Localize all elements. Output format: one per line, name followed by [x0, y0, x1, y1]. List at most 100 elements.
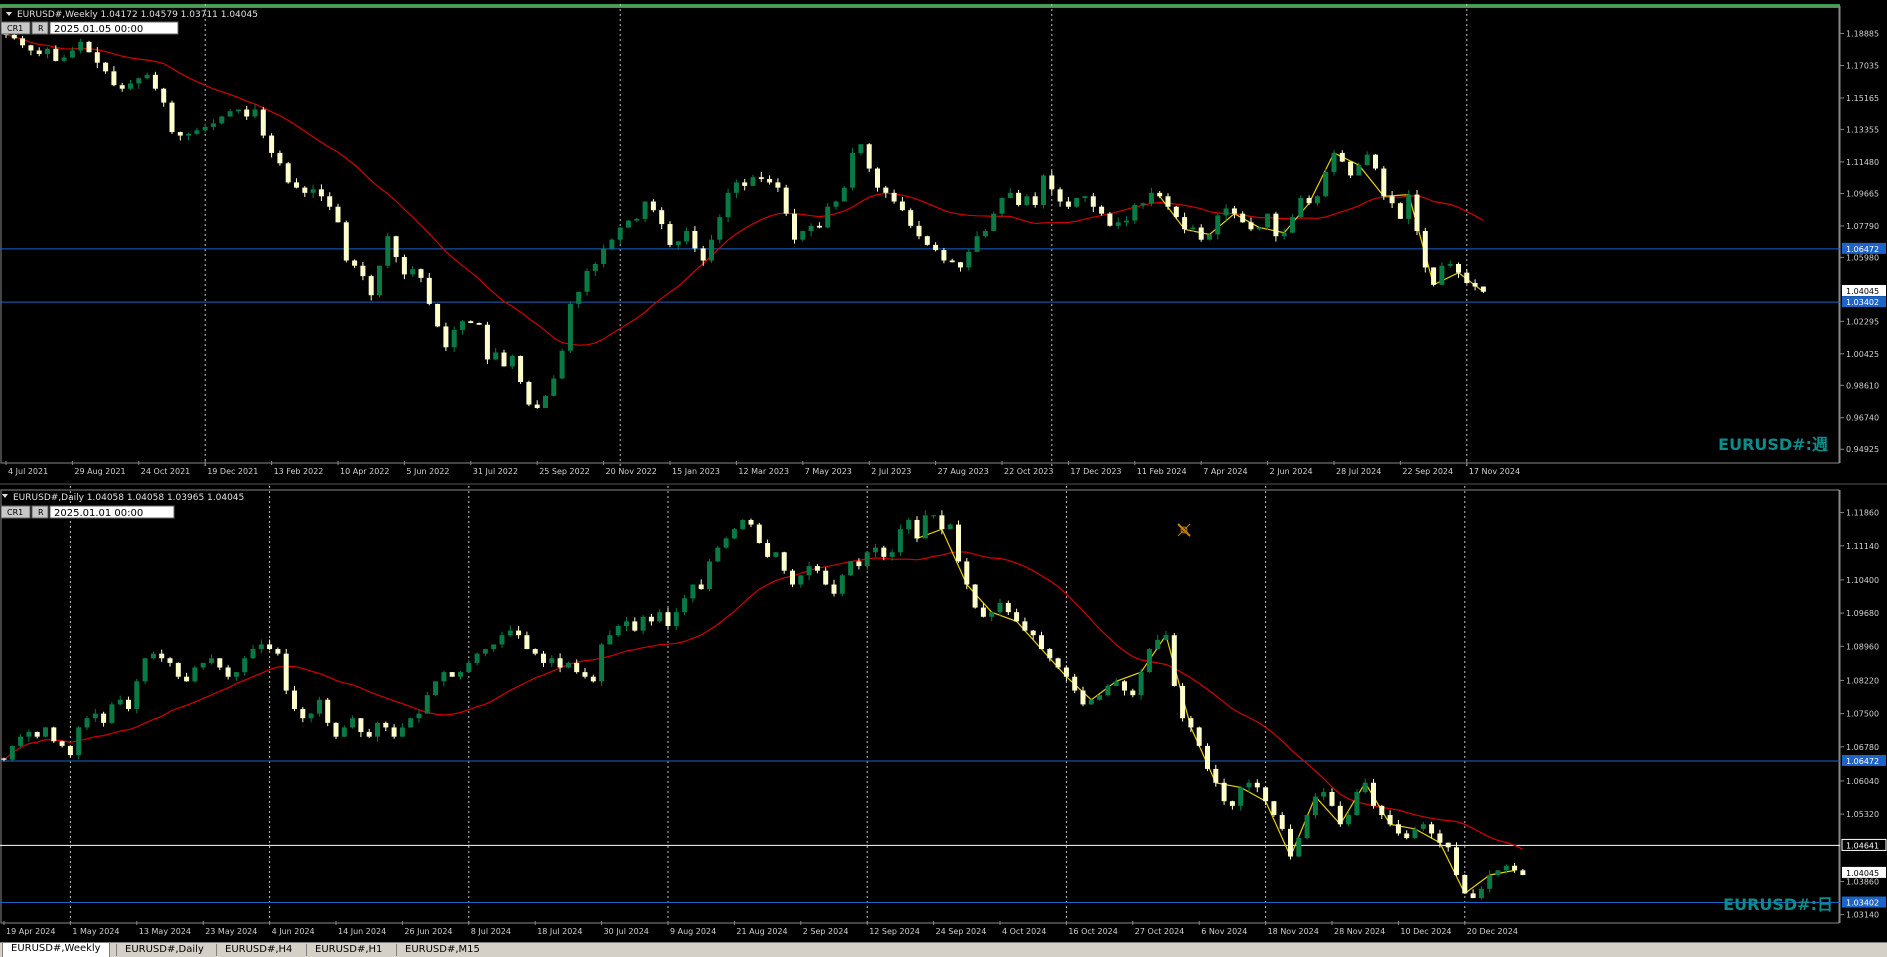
tab-m15[interactable]: EURUSD#,M15	[396, 944, 488, 956]
price-tick-label: 1.18885	[1846, 29, 1879, 38]
candle	[352, 260, 358, 266]
candle	[906, 519, 912, 530]
candle	[642, 201, 648, 219]
candle	[101, 713, 107, 723]
price-tick-label: 1.10400	[1846, 576, 1879, 585]
candle	[1157, 192, 1163, 197]
candle	[640, 616, 646, 631]
candle	[235, 109, 241, 112]
candle	[1290, 217, 1295, 233]
price-tick-label: 1.11860	[1846, 509, 1879, 518]
candle	[499, 635, 505, 645]
price-tick-label: 1.11480	[1846, 158, 1879, 167]
candle	[889, 552, 895, 557]
candle	[1130, 690, 1136, 696]
candle	[1362, 782, 1368, 792]
candle	[142, 658, 148, 682]
candle	[358, 718, 364, 733]
daily-header: EURUSD#,Daily 1.04058 1.04058 1.03965 1.…	[13, 493, 244, 503]
r-button[interactable]: R	[38, 24, 44, 33]
time-tick-label: 27 Aug 2023	[938, 467, 989, 476]
daily-date-box[interactable]: 2025.01.01 00:00	[54, 508, 143, 519]
candle	[667, 224, 673, 245]
candle	[200, 662, 206, 668]
weekly-header: EURUSD#,Weekly 1.04172 1.04579 1.03711 1…	[17, 10, 258, 20]
candle	[1124, 220, 1129, 223]
candle	[1041, 175, 1046, 205]
cr-button[interactable]: CR1	[7, 24, 23, 33]
candle	[451, 329, 457, 348]
candle	[482, 649, 488, 654]
price-tick-label: 1.13355	[1846, 125, 1879, 134]
candle	[410, 269, 416, 275]
candle	[225, 667, 231, 677]
candle	[252, 109, 258, 117]
candle	[549, 658, 555, 663]
candle	[866, 144, 872, 169]
time-tick-label: 5 Jun 2022	[406, 467, 449, 476]
candle	[1165, 196, 1171, 207]
tab-h1[interactable]: EURUSD#,H1	[306, 944, 391, 956]
candle	[765, 543, 771, 557]
candle	[84, 718, 90, 728]
candle	[949, 260, 955, 263]
candle	[1155, 639, 1161, 650]
time-tick-label: 27 Oct 2024	[1135, 927, 1184, 936]
candle	[601, 248, 607, 264]
candle	[1138, 672, 1144, 696]
candle	[592, 263, 598, 271]
candle	[1007, 192, 1013, 199]
candle	[1321, 791, 1327, 797]
candle	[856, 561, 862, 567]
candle	[1480, 286, 1486, 292]
candle	[134, 681, 140, 709]
candle	[964, 561, 970, 585]
candle	[267, 644, 273, 650]
price-tick-label: 1.08960	[1846, 642, 1879, 651]
candle	[1047, 649, 1053, 659]
candle	[982, 231, 988, 237]
candle	[159, 653, 165, 659]
price-tick-label: 1.03860	[1846, 877, 1879, 886]
candle	[1304, 815, 1310, 839]
candle	[1381, 168, 1387, 197]
time-tick-label: 19 Apr 2024	[6, 927, 55, 936]
candle	[864, 552, 870, 567]
time-tick-label: 13 Feb 2022	[274, 467, 324, 476]
candle	[53, 48, 59, 61]
candle	[184, 676, 190, 682]
candle	[343, 222, 349, 261]
price-tick-label: 1.09680	[1846, 609, 1879, 618]
candle	[34, 732, 40, 737]
weekly-date-box[interactable]: 2025.01.05 00:00	[54, 24, 143, 35]
time-tick-label: 2 Jul 2023	[871, 467, 911, 476]
candle	[1406, 194, 1412, 219]
candle	[933, 244, 939, 251]
candle	[1072, 676, 1078, 691]
candle	[244, 109, 250, 117]
candle	[748, 519, 754, 525]
candle	[1005, 602, 1011, 613]
tab-h4[interactable]: EURUSD#,H4	[216, 944, 301, 956]
candle	[167, 658, 173, 663]
candle	[1364, 154, 1370, 166]
candle	[1512, 865, 1518, 871]
candle	[1445, 842, 1451, 848]
tab-weekly[interactable]: EURUSD#,Weekly	[2, 942, 110, 957]
time-tick-label: 16 Oct 2024	[1068, 927, 1117, 936]
candle	[1099, 206, 1105, 214]
candle	[814, 566, 820, 571]
candle	[1456, 263, 1461, 273]
tab-daily[interactable]: EURUSD#,Daily	[116, 944, 212, 956]
r-button[interactable]: R	[38, 508, 44, 517]
time-tick-label: 21 Aug 2024	[736, 927, 787, 936]
candle	[1288, 828, 1293, 857]
chart-area[interactable]: 1.06472 1.03402 1.18885 1.17035 1.15165 1.13…	[0, 0, 1887, 942]
candle	[897, 529, 903, 553]
cr-button[interactable]: CR1	[7, 508, 23, 517]
candle	[242, 658, 248, 673]
candle	[76, 727, 82, 756]
time-tick-label: 1 May 2024	[72, 927, 119, 936]
candle	[368, 276, 374, 296]
candle	[69, 50, 75, 58]
